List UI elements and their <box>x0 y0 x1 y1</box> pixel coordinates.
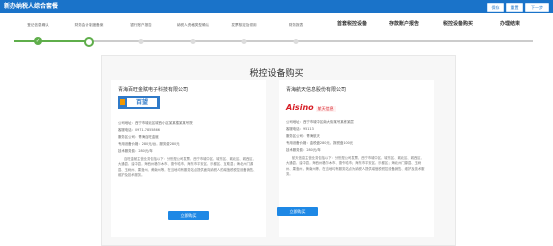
buy-now-button[interactable]: 立即购买 <box>168 211 209 220</box>
company-name: 青海百旺金赋电子科技有限公司 <box>118 87 189 93</box>
step-label-6: 财务报表 <box>288 23 304 27</box>
page-title: 税控设备购买 <box>249 69 304 79</box>
progress-track-rest <box>87 40 533 42</box>
reset-button[interactable]: 重置 <box>506 3 523 12</box>
field-address: 公司地址：西宁市城中区南大街某号某栋某层 <box>286 120 354 124</box>
field-device-price: 专用设备价格：280元/台，服务费280元 <box>118 142 180 146</box>
step-label-4: 纳税人资格类型确认 <box>176 23 210 27</box>
company-description: 百旺金赋主营业务包括以下：分别是公司发票、西宁市城中区、城东区、城北区、城西区、… <box>118 157 257 177</box>
logo-mark-icon <box>120 99 125 105</box>
company-name: 青海航天信息股份有限公司 <box>286 87 347 93</box>
step-label-1: 登记信息确认 <box>27 23 49 27</box>
company-description: 航天信息主营业务包括以下：分别是公司发票，西宁市城中区、城东区、城北区、城西区、… <box>286 156 425 176</box>
progress-track-done <box>14 40 87 42</box>
buy-now-button[interactable]: 立即购买 <box>277 207 318 216</box>
app-header: 新办纳税人综合套餐 保存 重置 下一步 <box>0 0 553 13</box>
field-service-company: 服务区公司：青海航天 <box>286 134 320 138</box>
step-label-3: 银行账户报告 <box>130 23 152 27</box>
step-dot-3 <box>138 38 144 44</box>
field-device-price: 专用设备价格：金税盘280元，报税盘100元 <box>286 141 354 145</box>
step-dot-5 <box>241 38 247 44</box>
step-label-7: 首套税控设备 <box>336 21 368 27</box>
next-step-button[interactable]: 下一步 <box>525 3 549 12</box>
vendor-card-baiwang: 青海百旺金赋电子科技有限公司 百望 公司地址：西宁市城北区城西小区某某楼某某号院… <box>111 80 266 237</box>
step-dot-6 <box>293 38 299 44</box>
field-phone: 客服电话：0971-7855866 <box>118 128 160 132</box>
step-label-8: 存款账户报告 <box>388 21 420 27</box>
step-label-10: 办理结束 <box>499 21 521 27</box>
step-label-2: 财务会计制度备案 <box>74 23 104 27</box>
field-service-fee: 技术服务费：280元/年 <box>118 149 153 153</box>
field-service-fee: 技术服务费：280元/年 <box>286 148 321 152</box>
baiwang-logo: 百望 <box>118 96 160 109</box>
step-label-5: 发票核定及领用 <box>231 23 257 27</box>
step-label-9: 税控设备购买 <box>442 21 474 27</box>
vendor-card-aisino: 青海航天信息股份有限公司 Aisino 航天信息 公司地址：西宁市城中区南大街某号… <box>277 80 434 237</box>
check-icon: ✓ <box>34 37 42 45</box>
save-button[interactable]: 保存 <box>487 3 504 12</box>
app-title: 新办纳税人综合套餐 <box>4 3 59 10</box>
field-service-company: 服务区公司：青海百旺金赋 <box>118 135 159 139</box>
aisino-logo: Aisino 航天信息 <box>286 103 336 112</box>
field-address: 公司地址：西宁市城北区城西小区某某楼某某号院 <box>118 121 193 125</box>
step-dot-4 <box>190 38 196 44</box>
current-step-marker <box>84 37 94 47</box>
field-phone: 客服电话：95113 <box>286 127 314 131</box>
